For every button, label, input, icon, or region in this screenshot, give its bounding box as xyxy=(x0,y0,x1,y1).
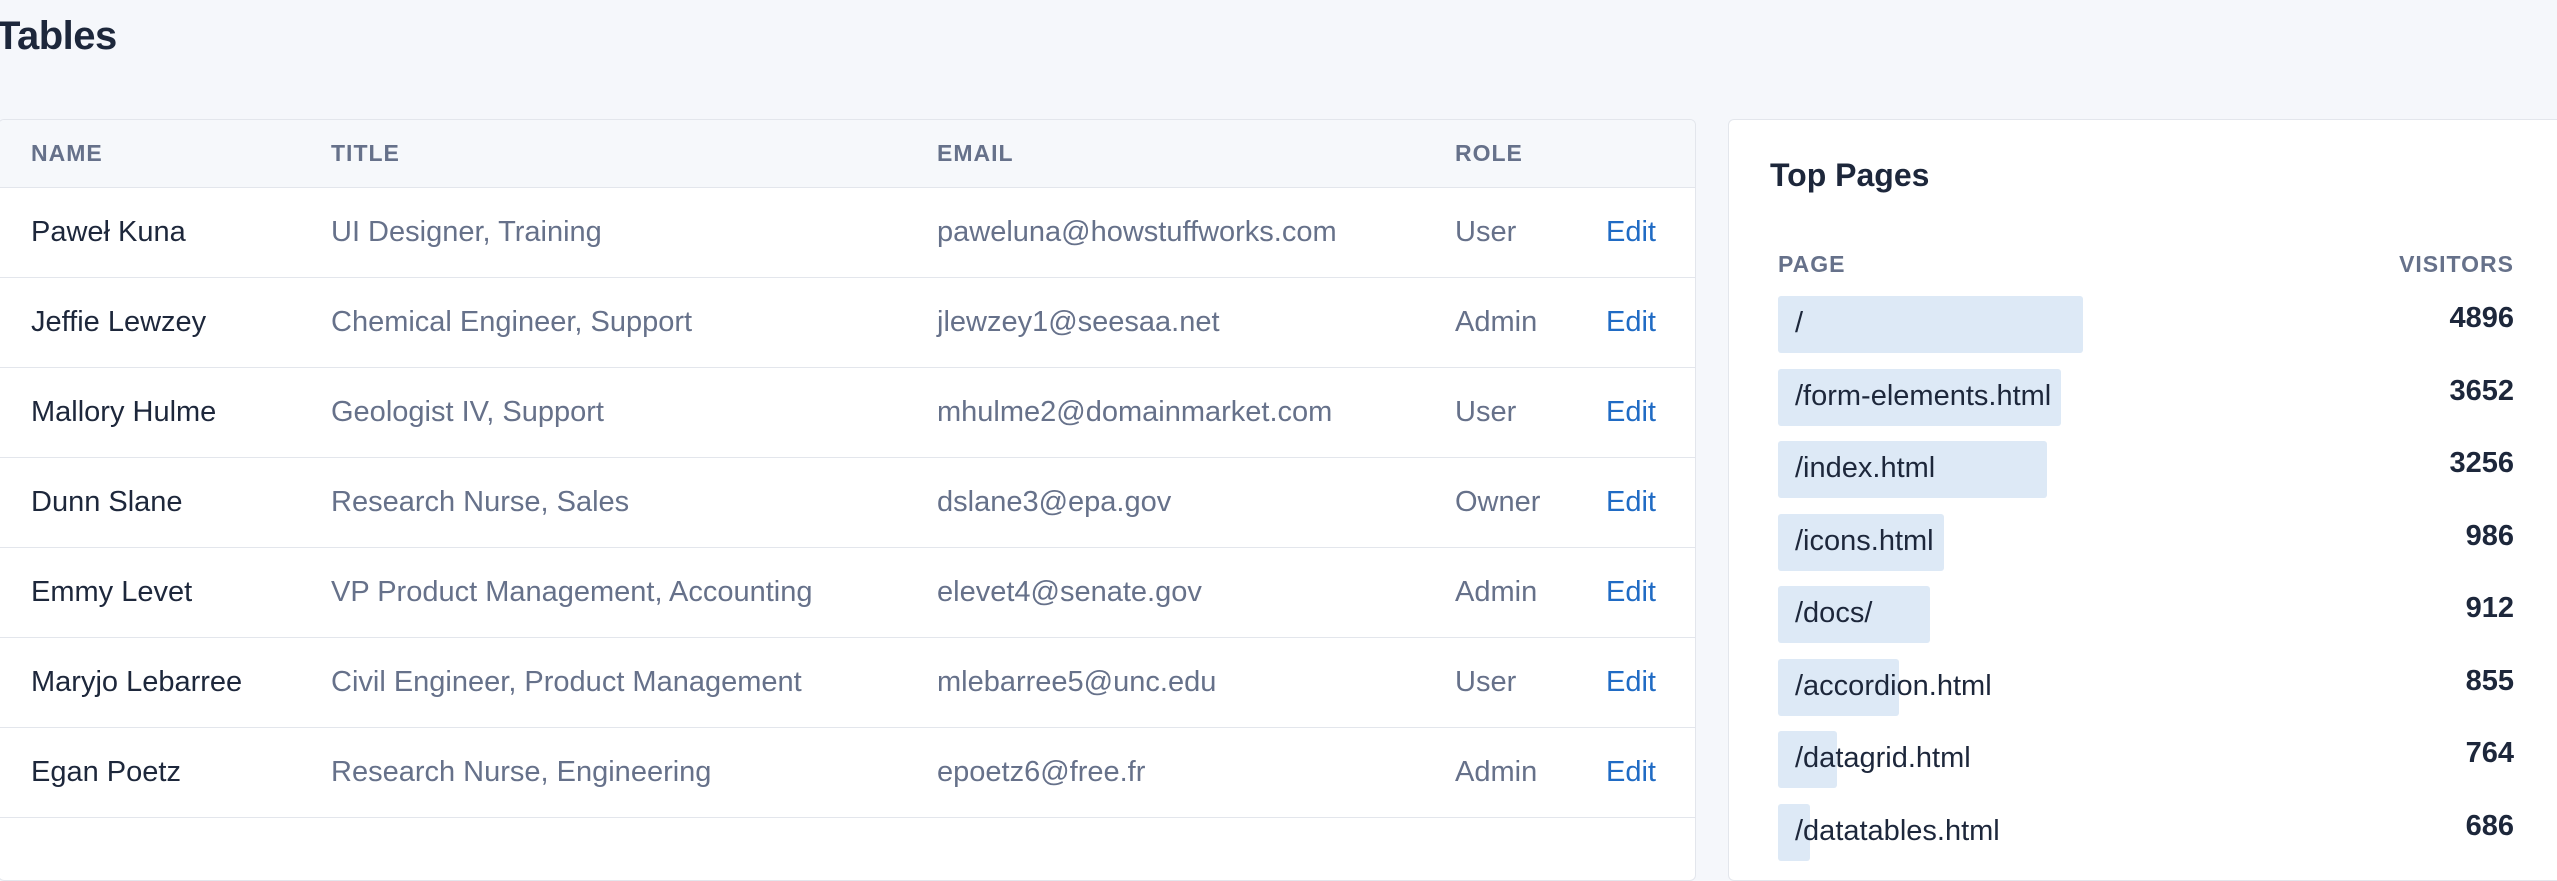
edit-cell: Edit xyxy=(1606,727,1695,818)
user-name: Dunn Slane xyxy=(0,457,331,548)
edit-link[interactable]: Edit xyxy=(1606,486,1656,518)
page-path-link[interactable]: /docs/ xyxy=(1795,597,1872,630)
user-name: Paweł Kuna xyxy=(0,187,331,278)
visitor-count: 912 xyxy=(2465,592,2514,624)
page-title: Tables xyxy=(0,14,117,58)
column-header-title[interactable]: TITLE xyxy=(331,120,937,188)
top-pages-title: Top Pages xyxy=(1770,157,1930,193)
table-row: Mallory Hulme Geologist IV, Support mhul… xyxy=(0,367,1695,458)
column-header-actions xyxy=(1606,120,1695,188)
users-table-card: NAME TITLE EMAIL ROLE Paweł Kuna UI Desi… xyxy=(0,119,1696,881)
visitor-count: 855 xyxy=(2465,664,2514,697)
page-path-link[interactable]: / xyxy=(1795,307,1803,340)
column-header-role[interactable]: ROLE xyxy=(1455,120,1606,188)
edit-link[interactable]: Edit xyxy=(1606,666,1656,698)
user-role: User xyxy=(1455,187,1606,278)
column-header-name[interactable]: NAME xyxy=(0,120,331,188)
table-row: Jeffie Lewzey Chemical Engineer, Support… xyxy=(0,277,1695,368)
page-path-link[interactable]: /datagrid.html xyxy=(1795,742,1971,775)
edit-link[interactable]: Edit xyxy=(1606,396,1656,428)
page-path-link[interactable]: /datatables.html xyxy=(1795,815,2000,848)
user-title: Research Nurse, Sales xyxy=(331,457,937,548)
visitor-count: 3652 xyxy=(2449,374,2514,407)
user-email: dslane3@epa.gov xyxy=(937,457,1455,548)
edit-link[interactable]: Edit xyxy=(1606,756,1656,788)
user-name: Emmy Levet xyxy=(0,547,331,638)
edit-link[interactable]: Edit xyxy=(1606,306,1656,338)
list-item: /icons.html 986 xyxy=(1778,513,2514,571)
user-title: Civil Engineer, Product Management xyxy=(331,637,937,728)
user-role: User xyxy=(1455,637,1606,728)
page-path-link[interactable]: /icons.html xyxy=(1795,525,1934,558)
edit-cell: Edit xyxy=(1606,547,1695,638)
list-item: /index.html 3256 xyxy=(1778,441,2514,498)
list-item: /docs/912 xyxy=(1778,586,2514,643)
visitor-count: 986 xyxy=(2465,519,2514,552)
user-email: mhulme2@domainmarket.com xyxy=(937,367,1455,458)
user-name: Maryjo Lebarree xyxy=(0,637,331,728)
visitor-count: 764 xyxy=(2465,737,2514,769)
column-header-page: PAGE xyxy=(1778,251,1846,277)
top-pages-header: PAGE VISITORS xyxy=(1778,251,2514,278)
table-row: Egan Poetz Research Nurse, Engineering e… xyxy=(0,727,1695,818)
list-item: /accordion.html 855 xyxy=(1778,658,2514,716)
table-row: Paweł Kuna UI Designer, Training pawelun… xyxy=(0,187,1695,278)
user-title: Research Nurse, Engineering xyxy=(331,727,937,818)
user-role: Admin xyxy=(1455,727,1606,818)
edit-cell: Edit xyxy=(1606,277,1695,368)
edit-link[interactable]: Edit xyxy=(1606,216,1656,248)
edit-cell: Edit xyxy=(1606,367,1695,458)
user-email: elevet4@senate.gov xyxy=(937,547,1455,638)
page-path-link[interactable]: /accordion.html xyxy=(1795,670,1992,703)
user-name: Jeffie Lewzey xyxy=(0,277,331,368)
visitor-count: 4896 xyxy=(2449,302,2514,334)
user-role: User xyxy=(1455,367,1606,458)
list-item: /datatables.html 686 xyxy=(1778,803,2514,861)
user-title: UI Designer, Training xyxy=(331,187,937,278)
visitor-bar xyxy=(1778,296,2083,353)
user-role: Admin xyxy=(1455,277,1606,368)
edit-cell: Edit xyxy=(1606,457,1695,548)
visitor-count: 686 xyxy=(2465,809,2514,842)
table-row: Dunn Slane Research Nurse, Sales dslane3… xyxy=(0,457,1695,548)
user-name: Egan Poetz xyxy=(0,727,331,818)
list-item: /form-elements.html 3652 xyxy=(1778,368,2514,426)
top-pages-card: Top Pages PAGE VISITORS / 4896/form-eleme… xyxy=(1728,119,2557,881)
page-path-link[interactable]: /index.html xyxy=(1795,452,1935,485)
user-title: Chemical Engineer, Support xyxy=(331,277,937,368)
list-item: / 4896 xyxy=(1778,296,2514,353)
user-role: Owner xyxy=(1455,457,1606,548)
page-path-link[interactable]: /form-elements.html xyxy=(1795,380,2051,413)
user-email: jlewzey1@seesaa.net xyxy=(937,277,1455,368)
users-table: NAME TITLE EMAIL ROLE Paweł Kuna UI Desi… xyxy=(0,120,1695,818)
edit-cell: Edit xyxy=(1606,187,1695,278)
user-email: paweluna@howstuffworks.com xyxy=(937,187,1455,278)
user-email: epoetz6@free.fr xyxy=(937,727,1455,818)
edit-link[interactable]: Edit xyxy=(1606,576,1656,608)
user-title: Geologist IV, Support xyxy=(331,367,937,458)
column-header-visitors: VISITORS xyxy=(2399,251,2514,277)
column-header-email[interactable]: EMAIL xyxy=(937,120,1455,188)
visitor-count: 3256 xyxy=(2449,447,2514,479)
user-role: Admin xyxy=(1455,547,1606,638)
list-item: /datagrid.html 764 xyxy=(1778,731,2514,788)
table-row: Maryjo Lebarree Civil Engineer, Product … xyxy=(0,637,1695,728)
user-name: Mallory Hulme xyxy=(0,367,331,458)
table-row: Emmy Levet VP Product Management, Accoun… xyxy=(0,547,1695,638)
table-header-row: NAME TITLE EMAIL ROLE xyxy=(0,120,1695,188)
user-title: VP Product Management, Accounting xyxy=(331,547,937,638)
edit-cell: Edit xyxy=(1606,637,1695,728)
user-email: mlebarree5@unc.edu xyxy=(937,637,1455,728)
